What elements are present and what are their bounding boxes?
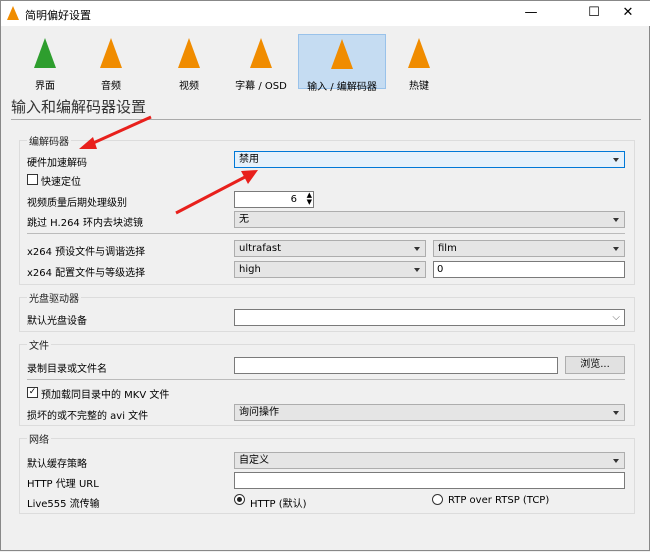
red-arrow-icon xyxy=(79,115,152,149)
annotation-arrows xyxy=(79,115,258,215)
red-arrow-icon xyxy=(175,170,258,215)
